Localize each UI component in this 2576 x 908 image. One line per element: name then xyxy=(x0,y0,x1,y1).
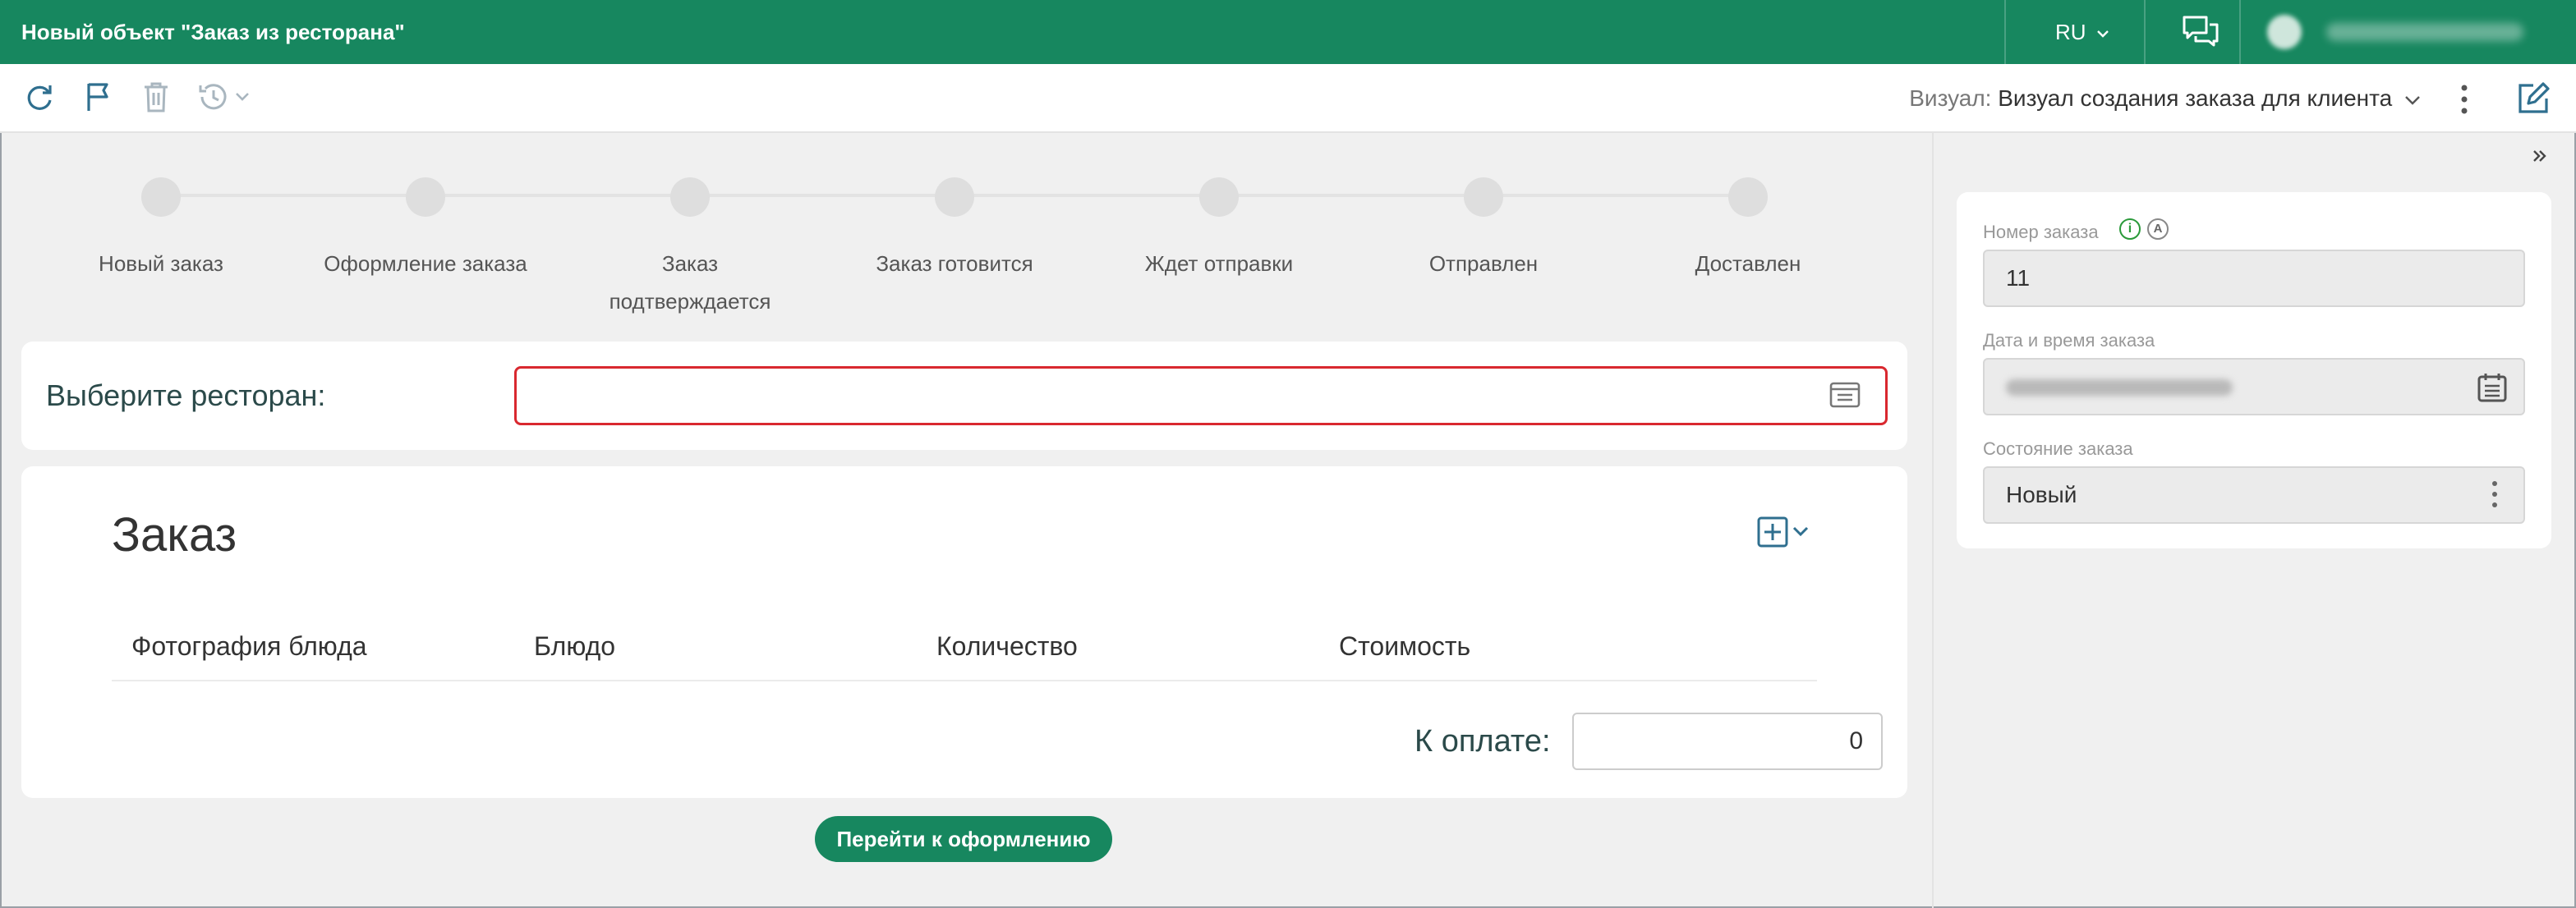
order-number-label-text: Номер заказа xyxy=(1983,222,2099,242)
more-options-button[interactable] xyxy=(2456,84,2472,119)
step-dot xyxy=(406,177,445,217)
column-header-photo[interactable]: Фотография блюда xyxy=(131,612,367,680)
step-label: Заказ подтверждается xyxy=(609,251,771,314)
order-table-header: Фотография блюда Блюдо Количество Стоимо… xyxy=(112,612,1817,681)
header-divider xyxy=(2239,0,2241,64)
flag-icon xyxy=(87,83,108,111)
column-header-quantity[interactable]: Количество xyxy=(936,612,1078,680)
language-selector[interactable]: RU xyxy=(2055,0,2110,64)
payment-total-field[interactable]: 0 xyxy=(1572,713,1883,770)
calendar-icon xyxy=(2477,374,2507,402)
chat-icon xyxy=(2183,16,2219,47)
visual-label: Визуал: xyxy=(1909,85,1992,111)
chevron-down-icon xyxy=(2096,30,2109,38)
info-icon[interactable]: i xyxy=(2119,218,2141,240)
step-confirming: Заказ подтверждается xyxy=(608,177,772,320)
order-number-label: Номер заказа xyxy=(1983,222,2099,243)
refresh-icon xyxy=(27,85,52,110)
trash-icon xyxy=(145,82,168,112)
step-checkout: Оформление заказа xyxy=(319,177,532,282)
step-label: Доставлен xyxy=(1695,251,1801,276)
step-dot xyxy=(1199,177,1239,217)
visual-value: Визуал создания заказа для клиента xyxy=(1998,85,2393,111)
calendar-button[interactable] xyxy=(2476,371,2509,408)
kebab-menu-icon xyxy=(2492,481,2497,507)
column-header-dish[interactable]: Блюдо xyxy=(534,612,615,680)
auto-number-icon[interactable]: A xyxy=(2147,218,2169,240)
restaurant-label: Выберите ресторан: xyxy=(46,378,326,412)
step-new-order: Новый заказ xyxy=(54,177,268,282)
app-header: Новый объект "Заказ из ресторана" RU xyxy=(0,0,2576,64)
refresh-button[interactable] xyxy=(23,80,56,117)
step-dot xyxy=(141,177,181,217)
step-label: Оформление заказа xyxy=(324,251,527,276)
add-row-button[interactable] xyxy=(1756,516,1815,553)
payment-label: К оплате: xyxy=(1414,724,1551,759)
header-divider xyxy=(2144,0,2146,64)
kebab-menu-icon xyxy=(2461,85,2468,114)
step-awaiting-dispatch: Ждет отправки xyxy=(1112,177,1326,282)
edit-icon xyxy=(2518,82,2550,113)
visual-selector[interactable]: Визуал: Визуал создания заказа для клиен… xyxy=(1909,64,2422,133)
status-field[interactable]: Новый xyxy=(1983,466,2525,524)
step-cooking: Заказ готовится xyxy=(848,177,1061,282)
payment-total-value: 0 xyxy=(1849,727,1863,754)
status-value: Новый xyxy=(2006,482,2077,507)
delete-button[interactable] xyxy=(141,80,171,117)
step-label: Новый заказ xyxy=(99,251,223,276)
language-label: RU xyxy=(2055,20,2086,44)
step-dot xyxy=(1728,177,1768,217)
toolbar: Визуал: Визуал создания заказа для клиен… xyxy=(0,64,2576,133)
order-number-field: 11 xyxy=(1983,250,2525,307)
step-delivered: Доставлен xyxy=(1641,177,1855,282)
restaurant-input[interactable] xyxy=(514,366,1888,425)
status-label: Состояние заказа xyxy=(1983,438,2133,459)
user-name-redacted xyxy=(2326,23,2523,41)
step-label: Отправлен xyxy=(1428,251,1539,276)
messages-button[interactable] xyxy=(2182,15,2220,53)
panel-divider xyxy=(1932,133,1934,908)
datetime-field[interactable] xyxy=(1983,358,2525,415)
step-label: Заказ готовится xyxy=(876,251,1033,276)
order-details-panel: Номер заказа i A 11 Дата и время заказа … xyxy=(1957,192,2551,548)
avatar xyxy=(2267,15,2302,49)
order-card: Заказ Фотография блюда Блюдо Количество … xyxy=(21,466,1907,798)
page-title: Новый объект "Заказ из ресторана" xyxy=(21,20,405,44)
chevron-down-icon xyxy=(2405,95,2420,105)
edit-button[interactable] xyxy=(2515,80,2551,121)
restaurant-card: Выберите ресторан: xyxy=(21,342,1907,450)
step-dot xyxy=(670,177,710,217)
step-label: Ждет отправки xyxy=(1144,251,1294,276)
double-chevron-right-icon xyxy=(2533,150,2546,162)
header-divider xyxy=(2004,0,2006,64)
proceed-to-checkout-button[interactable]: Перейти к оформлению xyxy=(815,816,1112,862)
history-icon xyxy=(199,84,249,110)
column-header-price[interactable]: Стоимость xyxy=(1339,612,1470,680)
flag-button[interactable] xyxy=(84,80,113,117)
user-menu[interactable] xyxy=(2267,15,2530,49)
order-number-value: 11 xyxy=(2006,265,2031,291)
status-progress: Новый заказ Оформление заказа Заказ подт… xyxy=(0,133,1932,330)
step-dot xyxy=(935,177,974,217)
datetime-value-redacted xyxy=(2006,379,2233,396)
step-sent: Отправлен xyxy=(1377,177,1590,282)
status-menu-button[interactable] xyxy=(2491,479,2499,516)
step-dot xyxy=(1464,177,1503,217)
add-box-icon xyxy=(1757,516,1809,548)
datetime-label: Дата и время заказа xyxy=(1983,330,2155,351)
history-button[interactable] xyxy=(197,80,258,117)
list-picker-icon xyxy=(1829,382,1861,408)
list-picker-button[interactable] xyxy=(1829,382,1861,412)
order-title: Заказ xyxy=(112,508,237,562)
collapse-panel-button[interactable] xyxy=(2532,143,2548,171)
